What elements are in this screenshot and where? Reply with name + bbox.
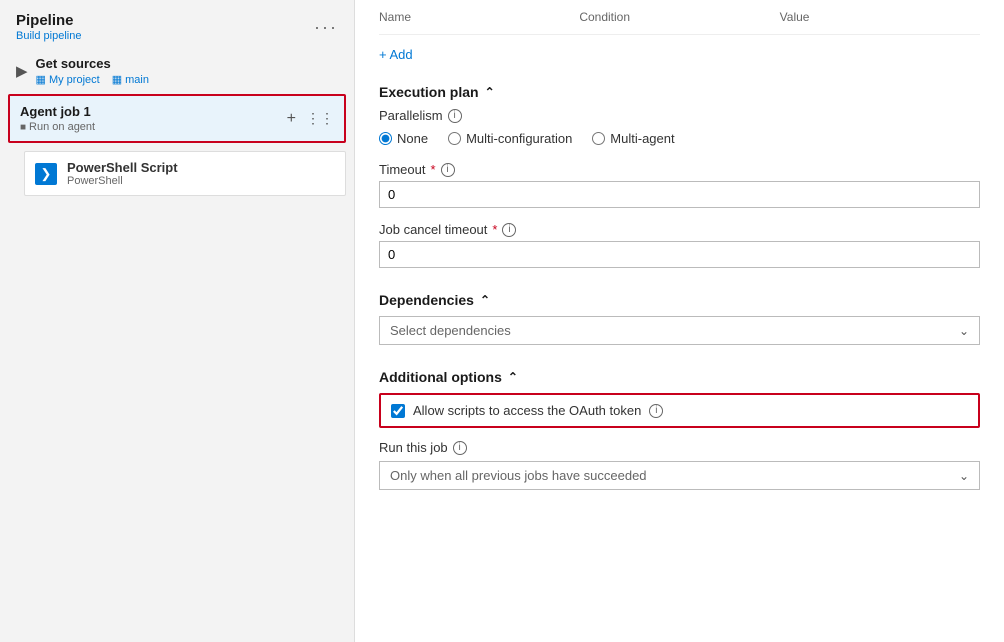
get-sources-branch: ▦ main	[112, 73, 149, 86]
pipeline-more-options-button[interactable]: ···	[314, 17, 338, 38]
allow-scripts-oauth-info-icon[interactable]: i	[649, 404, 663, 418]
agent-job-add-button[interactable]: +	[287, 110, 296, 128]
task-subtitle: PowerShell	[67, 175, 178, 187]
agent-job-info: Agent job 1 ■ Run on agent	[20, 104, 95, 133]
add-button[interactable]: + Add	[379, 35, 980, 74]
col-header-condition: Condition	[579, 10, 779, 24]
job-cancel-timeout-input[interactable]	[379, 241, 980, 268]
allow-scripts-oauth-label: Allow scripts to access the OAuth token	[413, 403, 641, 418]
parallelism-info-icon[interactable]: i	[448, 109, 462, 123]
table-header: Name Condition Value	[379, 0, 980, 35]
agent-job-subtitle: ■ Run on agent	[20, 121, 95, 133]
pipeline-title: Pipeline	[16, 12, 81, 29]
pipeline-subtitle: Build pipeline	[16, 30, 81, 42]
get-sources-meta: ▦ My project ▦ main	[36, 73, 149, 86]
sidebar: Pipeline Build pipeline ··· ▶ Get source…	[0, 0, 355, 642]
dependencies-dropdown[interactable]: Select dependencies ⌄	[379, 316, 980, 345]
timeout-field-group: Timeout * i	[379, 162, 980, 208]
project-icon: ▦	[36, 73, 46, 86]
execution-plan-label: Execution plan	[379, 84, 479, 100]
parallelism-radio-group: None Multi-configuration Multi-agent	[379, 131, 980, 146]
run-this-job-info-icon[interactable]: i	[453, 441, 467, 455]
job-cancel-timeout-info-icon[interactable]: i	[502, 223, 516, 237]
run-this-job-label: Run this job i	[379, 440, 980, 455]
job-cancel-timeout-field-group: Job cancel timeout * i	[379, 222, 980, 268]
dependencies-chevron: ⌃	[480, 293, 490, 307]
agent-job-drag-handle[interactable]: ⋮⋮	[306, 110, 334, 127]
allow-scripts-oauth-row: Allow scripts to access the OAuth token …	[379, 393, 980, 428]
col-header-value: Value	[780, 10, 980, 24]
parallelism-label: Parallelism i	[379, 108, 980, 123]
powershell-icon: ❯	[35, 163, 57, 185]
run-job-dropdown-arrow: ⌄	[959, 469, 969, 483]
timeout-required: *	[430, 162, 435, 177]
powershell-task-item[interactable]: ❯ PowerShell Script PowerShell	[24, 151, 346, 196]
additional-options-header[interactable]: Additional options ⌃	[379, 359, 980, 393]
run-job-dropdown[interactable]: Only when all previous jobs have succeed…	[379, 461, 980, 490]
timeout-label: Timeout * i	[379, 162, 980, 177]
job-cancel-timeout-required: *	[492, 222, 497, 237]
allow-scripts-oauth-checkbox[interactable]	[391, 404, 405, 418]
pipeline-header: Pipeline Build pipeline ···	[0, 0, 354, 46]
agent-job-card[interactable]: Agent job 1 ■ Run on agent + ⋮⋮	[8, 94, 346, 143]
timeout-input[interactable]	[379, 181, 980, 208]
run-on-agent-icon: ■	[20, 122, 26, 133]
col-header-name: Name	[379, 10, 579, 24]
radio-multi-agent[interactable]: Multi-agent	[592, 131, 674, 146]
get-sources-section: ▶ Get sources ▦ My project ▦ main	[0, 46, 354, 90]
additional-options-label: Additional options	[379, 369, 502, 385]
main-panel: Name Condition Value + Add Execution pla…	[355, 0, 1004, 642]
run-job-dropdown-placeholder: Only when all previous jobs have succeed…	[390, 468, 647, 483]
dependencies-header[interactable]: Dependencies ⌃	[379, 282, 980, 316]
task-title: PowerShell Script	[67, 160, 178, 175]
dependencies-dropdown-arrow: ⌄	[959, 324, 969, 338]
dependencies-label: Dependencies	[379, 292, 474, 308]
get-sources-label: Get sources	[36, 56, 149, 71]
get-sources-icon: ▶	[16, 62, 28, 80]
timeout-info-icon[interactable]: i	[441, 163, 455, 177]
execution-plan-chevron: ⌃	[485, 85, 495, 99]
job-cancel-timeout-label: Job cancel timeout * i	[379, 222, 980, 237]
dependencies-placeholder: Select dependencies	[390, 323, 511, 338]
additional-options-chevron: ⌃	[508, 370, 518, 384]
agent-job-actions: + ⋮⋮	[287, 110, 334, 128]
get-sources-project: ▦ My project	[36, 73, 100, 86]
agent-job-title: Agent job 1	[20, 104, 95, 119]
branch-icon: ▦	[112, 73, 122, 86]
radio-none[interactable]: None	[379, 131, 428, 146]
task-info: PowerShell Script PowerShell	[67, 160, 178, 187]
radio-multi-config[interactable]: Multi-configuration	[448, 131, 572, 146]
execution-plan-header[interactable]: Execution plan ⌃	[379, 74, 980, 108]
